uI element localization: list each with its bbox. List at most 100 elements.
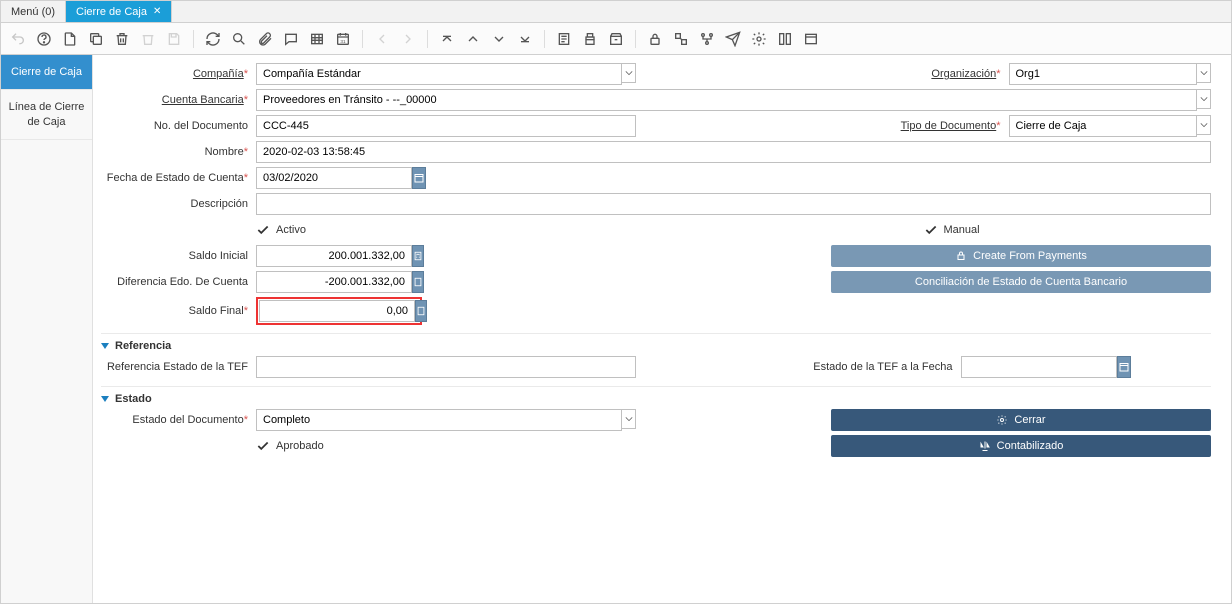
- sidebar-item-label: Línea de Cierre de Caja: [9, 101, 85, 127]
- nombre-input[interactable]: [256, 141, 1211, 163]
- close-icon[interactable]: ✕: [153, 6, 161, 17]
- dropdown-icon[interactable]: [1197, 63, 1211, 83]
- button-label: Cerrar: [1014, 414, 1045, 426]
- dropdown-icon[interactable]: [1197, 115, 1211, 135]
- calendar-picker-icon[interactable]: [1117, 356, 1131, 378]
- calculator-icon[interactable]: [412, 245, 424, 267]
- collapse-triangle-icon: [101, 343, 109, 349]
- descripcion-input[interactable]: [256, 193, 1211, 215]
- manual-label: Manual: [944, 224, 980, 236]
- no-documento-input[interactable]: [256, 115, 636, 137]
- create-from-payments-button[interactable]: Create From Payments: [831, 245, 1211, 267]
- lock-icon[interactable]: [644, 28, 666, 50]
- saldo-final-input[interactable]: [259, 300, 415, 322]
- organizacion-select[interactable]: [1009, 63, 1198, 85]
- estado-doc-select[interactable]: [256, 409, 622, 431]
- label-fecha-estado: Fecha de Estado de Cuenta: [107, 172, 244, 184]
- section-referencia[interactable]: Referencia: [101, 333, 1211, 356]
- undo-icon[interactable]: [7, 28, 29, 50]
- zoom-across-icon[interactable]: [670, 28, 692, 50]
- next-icon[interactable]: [397, 28, 419, 50]
- archive-icon[interactable]: [605, 28, 627, 50]
- label-nombre: Nombre: [205, 146, 244, 158]
- grid-toggle-icon[interactable]: [306, 28, 328, 50]
- collapse-triangle-icon: [101, 396, 109, 402]
- window-tabbar: Menú (0) Cierre de Caja ✕: [1, 1, 1231, 23]
- last-detail-icon[interactable]: [514, 28, 536, 50]
- delete-selection-icon[interactable]: [137, 28, 159, 50]
- detail-record-icon[interactable]: [488, 28, 510, 50]
- estado-tef-fecha-input[interactable]: [961, 356, 1117, 378]
- calculator-icon[interactable]: [415, 300, 427, 322]
- label-tipo-documento: Tipo de Documento: [901, 120, 997, 132]
- product-info-icon[interactable]: [774, 28, 796, 50]
- dropdown-icon[interactable]: [1197, 89, 1211, 109]
- label-ref-tef: Referencia Estado de la TEF: [107, 361, 248, 373]
- workflow-icon[interactable]: [696, 28, 718, 50]
- calendar-picker-icon[interactable]: [412, 167, 426, 189]
- help-icon[interactable]: [33, 28, 55, 50]
- saldo-inicial-input[interactable]: [256, 245, 412, 267]
- ref-tef-input[interactable]: [256, 356, 636, 378]
- aprobado-label: Aprobado: [276, 440, 324, 452]
- search-icon[interactable]: [228, 28, 250, 50]
- dropdown-icon[interactable]: [622, 409, 636, 429]
- activo-checkbox[interactable]: Activo: [256, 223, 636, 237]
- save-icon[interactable]: [163, 28, 185, 50]
- delete-icon[interactable]: [111, 28, 133, 50]
- contabilizado-button[interactable]: Contabilizado: [831, 435, 1211, 457]
- label-estado-doc: Estado del Documento: [132, 414, 243, 426]
- chat-icon[interactable]: [280, 28, 302, 50]
- left-navigation: Cierre de Caja Línea de Cierre de Caja: [1, 55, 93, 603]
- manual-checkbox[interactable]: Manual: [924, 223, 1212, 237]
- button-label: Conciliación de Estado de Cuenta Bancari…: [915, 276, 1127, 288]
- label-cuenta-bancaria: Cuenta Bancaria: [162, 94, 244, 106]
- dropdown-icon[interactable]: [622, 63, 636, 83]
- tab-cierre-label: Cierre de Caja: [76, 6, 147, 18]
- cuenta-bancaria-select[interactable]: [256, 89, 1197, 111]
- aprobado-checkbox[interactable]: Aprobado: [256, 439, 636, 453]
- export-icon[interactable]: [800, 28, 822, 50]
- calculator-icon[interactable]: [412, 271, 424, 293]
- conciliacion-button[interactable]: Conciliación de Estado de Cuenta Bancari…: [831, 271, 1211, 293]
- label-dif-edo: Diferencia Edo. De Cuenta: [117, 276, 248, 288]
- check-icon: [256, 439, 270, 453]
- fecha-estado-input[interactable]: [256, 167, 412, 189]
- gear-icon[interactable]: [748, 28, 770, 50]
- print-icon[interactable]: [579, 28, 601, 50]
- tab-cierre-caja[interactable]: Cierre de Caja ✕: [66, 1, 172, 22]
- request-icon[interactable]: [722, 28, 744, 50]
- label-estado-tef-fecha: Estado de la TEF a la Fecha: [813, 361, 952, 373]
- parent-record-icon[interactable]: [462, 28, 484, 50]
- sidebar-item-label: Cierre de Caja: [11, 66, 82, 78]
- button-label: Create From Payments: [973, 250, 1087, 262]
- saldo-final-highlight: [256, 297, 422, 325]
- check-icon: [924, 223, 938, 237]
- calendar-icon[interactable]: 31: [332, 28, 354, 50]
- first-parent-icon[interactable]: [436, 28, 458, 50]
- attachment-icon[interactable]: [254, 28, 276, 50]
- label-compania: Compañía: [193, 68, 244, 80]
- prev-icon[interactable]: [371, 28, 393, 50]
- label-descripcion: Descripción: [191, 198, 248, 210]
- section-title: Estado: [115, 393, 152, 405]
- compania-select[interactable]: [256, 63, 622, 85]
- section-estado[interactable]: Estado: [101, 386, 1211, 409]
- button-label: Contabilizado: [997, 440, 1064, 452]
- check-icon: [256, 223, 270, 237]
- report-icon[interactable]: [553, 28, 575, 50]
- copy-icon[interactable]: [85, 28, 107, 50]
- sidebar-item-linea-cierre[interactable]: Línea de Cierre de Caja: [1, 90, 92, 140]
- label-organizacion: Organización: [931, 68, 996, 80]
- main-toolbar: 31: [1, 23, 1231, 55]
- cerrar-button[interactable]: Cerrar: [831, 409, 1211, 431]
- refresh-icon[interactable]: [202, 28, 224, 50]
- tipo-documento-select[interactable]: [1009, 115, 1198, 137]
- dif-edo-input[interactable]: [256, 271, 412, 293]
- sidebar-item-cierre-caja[interactable]: Cierre de Caja: [1, 55, 92, 90]
- tab-menu-label: Menú (0): [11, 6, 55, 18]
- tab-menu[interactable]: Menú (0): [1, 1, 66, 22]
- new-icon[interactable]: [59, 28, 81, 50]
- label-saldo-final: Saldo Final: [189, 305, 244, 317]
- form-area: Compañía* Organización* Cuenta Bancaria*: [93, 55, 1231, 603]
